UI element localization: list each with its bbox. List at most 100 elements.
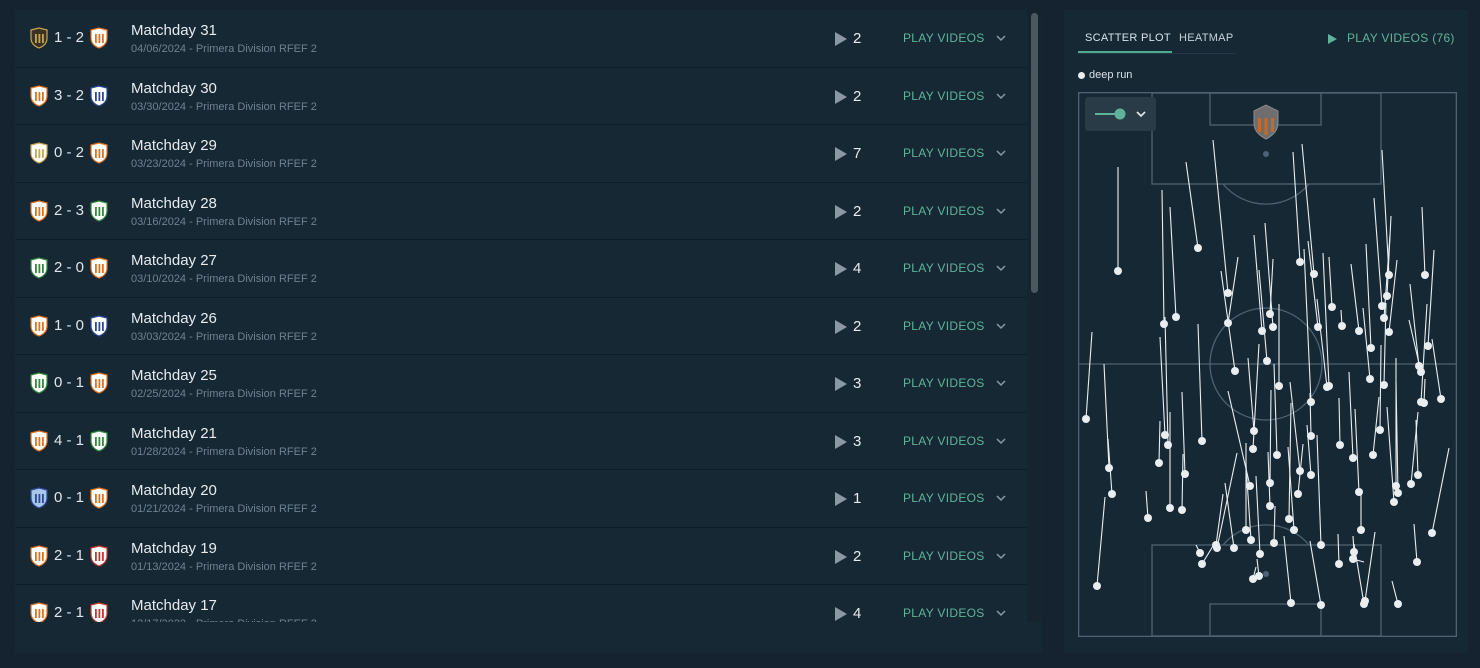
- play-videos-button[interactable]: PLAY VIDEOS: [903, 606, 985, 620]
- run-end-marker[interactable]: [1294, 490, 1302, 498]
- match-row[interactable]: 2 - 0 Matchday 27 03/10/2024 - Primera Div…: [15, 240, 1027, 298]
- run-end-marker[interactable]: [1367, 344, 1375, 352]
- run-end-marker[interactable]: [1196, 549, 1204, 557]
- run-end-marker[interactable]: [1178, 506, 1186, 514]
- run-end-marker[interactable]: [1355, 488, 1363, 496]
- tab-scatter-plot[interactable]: SCATTER PLOT: [1085, 32, 1171, 44]
- run-end-marker[interactable]: [1164, 441, 1172, 449]
- play-videos-button[interactable]: PLAY VIDEOS: [903, 146, 985, 160]
- run-end-marker[interactable]: [1266, 502, 1274, 510]
- play-all-videos-button[interactable]: PLAY VIDEOS (76): [1328, 31, 1455, 45]
- run-end-marker[interactable]: [1273, 451, 1281, 459]
- run-end-marker[interactable]: [1307, 471, 1315, 479]
- run-end-marker[interactable]: [1323, 383, 1331, 391]
- run-end-marker[interactable]: [1108, 490, 1116, 498]
- run-end-marker[interactable]: [1390, 498, 1398, 506]
- run-end-marker[interactable]: [1357, 526, 1365, 534]
- play-videos-button[interactable]: PLAY VIDEOS: [903, 204, 985, 218]
- run-end-marker[interactable]: [1328, 303, 1336, 311]
- filter-slider-dropdown[interactable]: [1085, 97, 1156, 131]
- match-row[interactable]: 0 - 1 Matchday 25 02/25/2024 - Primera Div…: [15, 355, 1027, 413]
- run-end-marker[interactable]: [1249, 445, 1257, 453]
- run-end-marker[interactable]: [1414, 471, 1422, 479]
- run-end-marker[interactable]: [1198, 437, 1206, 445]
- run-end-marker[interactable]: [1266, 310, 1274, 318]
- run-end-marker[interactable]: [1335, 560, 1343, 568]
- run-end-marker[interactable]: [1093, 582, 1101, 590]
- chevron-down-icon[interactable]: [995, 147, 1007, 159]
- run-end-marker[interactable]: [1255, 572, 1263, 580]
- run-end-marker[interactable]: [1394, 600, 1402, 608]
- run-end-marker[interactable]: [1256, 550, 1264, 558]
- run-end-marker[interactable]: [1290, 526, 1298, 534]
- run-end-marker[interactable]: [1224, 289, 1232, 297]
- run-end-marker[interactable]: [1428, 529, 1436, 537]
- match-row[interactable]: 1 - 0 Matchday 26 03/03/2024 - Primera Div…: [15, 298, 1027, 355]
- run-end-marker[interactable]: [1369, 451, 1377, 459]
- match-row[interactable]: 2 - 1 Matchday 17 12/17/2023 - Primera Div…: [15, 585, 1027, 622]
- run-end-marker[interactable]: [1269, 323, 1277, 331]
- chevron-down-icon[interactable]: [995, 262, 1007, 274]
- chevron-down-icon[interactable]: [995, 550, 1007, 562]
- run-end-marker[interactable]: [1263, 357, 1271, 365]
- run-end-marker[interactable]: [1307, 398, 1315, 406]
- chevron-down-icon[interactable]: [995, 435, 1007, 447]
- run-end-marker[interactable]: [1394, 489, 1402, 497]
- run-end-marker[interactable]: [1166, 504, 1174, 512]
- run-end-marker[interactable]: [1213, 544, 1221, 552]
- run-end-marker[interactable]: [1317, 601, 1325, 609]
- run-end-marker[interactable]: [1385, 271, 1393, 279]
- match-row[interactable]: 2 - 1 Matchday 19 01/13/2024 - Primera Div…: [15, 528, 1027, 585]
- run-end-marker[interactable]: [1172, 313, 1180, 321]
- chevron-down-icon[interactable]: [995, 377, 1007, 389]
- match-row[interactable]: 3 - 2 Matchday 30 03/30/2024 - Primera Div…: [15, 68, 1027, 125]
- chevron-down-icon[interactable]: [995, 32, 1007, 44]
- run-end-marker[interactable]: [1105, 464, 1113, 472]
- run-end-marker[interactable]: [1366, 375, 1374, 383]
- run-end-marker[interactable]: [1242, 526, 1250, 534]
- run-end-marker[interactable]: [1266, 479, 1274, 487]
- play-videos-button[interactable]: PLAY VIDEOS: [903, 31, 985, 45]
- run-end-marker[interactable]: [1230, 544, 1238, 552]
- run-end-marker[interactable]: [1349, 454, 1357, 462]
- scrollbar-thumb[interactable]: [1031, 13, 1038, 293]
- match-row[interactable]: 4 - 1 Matchday 21 01/28/2024 - Primera Div…: [15, 413, 1027, 470]
- run-end-marker[interactable]: [1437, 395, 1445, 403]
- run-end-marker[interactable]: [1296, 258, 1304, 266]
- run-end-marker[interactable]: [1198, 560, 1206, 568]
- run-end-marker[interactable]: [1231, 367, 1239, 375]
- match-row[interactable]: 0 - 2 Matchday 29 03/23/2024 - Primera Div…: [15, 125, 1027, 183]
- chevron-down-icon[interactable]: [995, 492, 1007, 504]
- run-end-marker[interactable]: [1424, 342, 1432, 350]
- play-videos-button[interactable]: PLAY VIDEOS: [903, 261, 985, 275]
- run-end-marker[interactable]: [1082, 415, 1090, 423]
- run-end-marker[interactable]: [1355, 327, 1363, 335]
- play-videos-button[interactable]: PLAY VIDEOS: [903, 376, 985, 390]
- play-videos-button[interactable]: PLAY VIDEOS: [903, 549, 985, 563]
- match-row[interactable]: 2 - 3 Matchday 28 03/16/2024 - Primera Div…: [15, 183, 1027, 240]
- run-end-marker[interactable]: [1413, 558, 1421, 566]
- run-end-marker[interactable]: [1338, 322, 1346, 330]
- run-end-marker[interactable]: [1270, 539, 1278, 547]
- run-end-marker[interactable]: [1247, 536, 1255, 544]
- play-videos-button[interactable]: PLAY VIDEOS: [903, 434, 985, 448]
- chevron-down-icon[interactable]: [995, 320, 1007, 332]
- run-end-marker[interactable]: [1317, 541, 1325, 549]
- play-videos-button[interactable]: PLAY VIDEOS: [903, 319, 985, 333]
- run-end-marker[interactable]: [1144, 514, 1152, 522]
- chevron-down-icon[interactable]: [995, 607, 1007, 619]
- run-end-marker[interactable]: [1258, 327, 1266, 335]
- run-end-marker[interactable]: [1385, 328, 1393, 336]
- chevron-down-icon[interactable]: [995, 90, 1007, 102]
- run-end-marker[interactable]: [1420, 399, 1428, 407]
- run-end-marker[interactable]: [1350, 548, 1358, 556]
- run-end-marker[interactable]: [1417, 368, 1425, 376]
- run-end-marker[interactable]: [1155, 459, 1163, 467]
- match-row[interactable]: 1 - 2 Matchday 31 04/06/2024 - Primera Div…: [15, 10, 1027, 68]
- run-end-marker[interactable]: [1421, 271, 1429, 279]
- tab-heatmap[interactable]: HEATMAP: [1179, 32, 1233, 44]
- chevron-down-icon[interactable]: [995, 205, 1007, 217]
- run-end-marker[interactable]: [1380, 381, 1388, 389]
- run-end-marker[interactable]: [1285, 515, 1293, 523]
- run-end-marker[interactable]: [1376, 426, 1384, 434]
